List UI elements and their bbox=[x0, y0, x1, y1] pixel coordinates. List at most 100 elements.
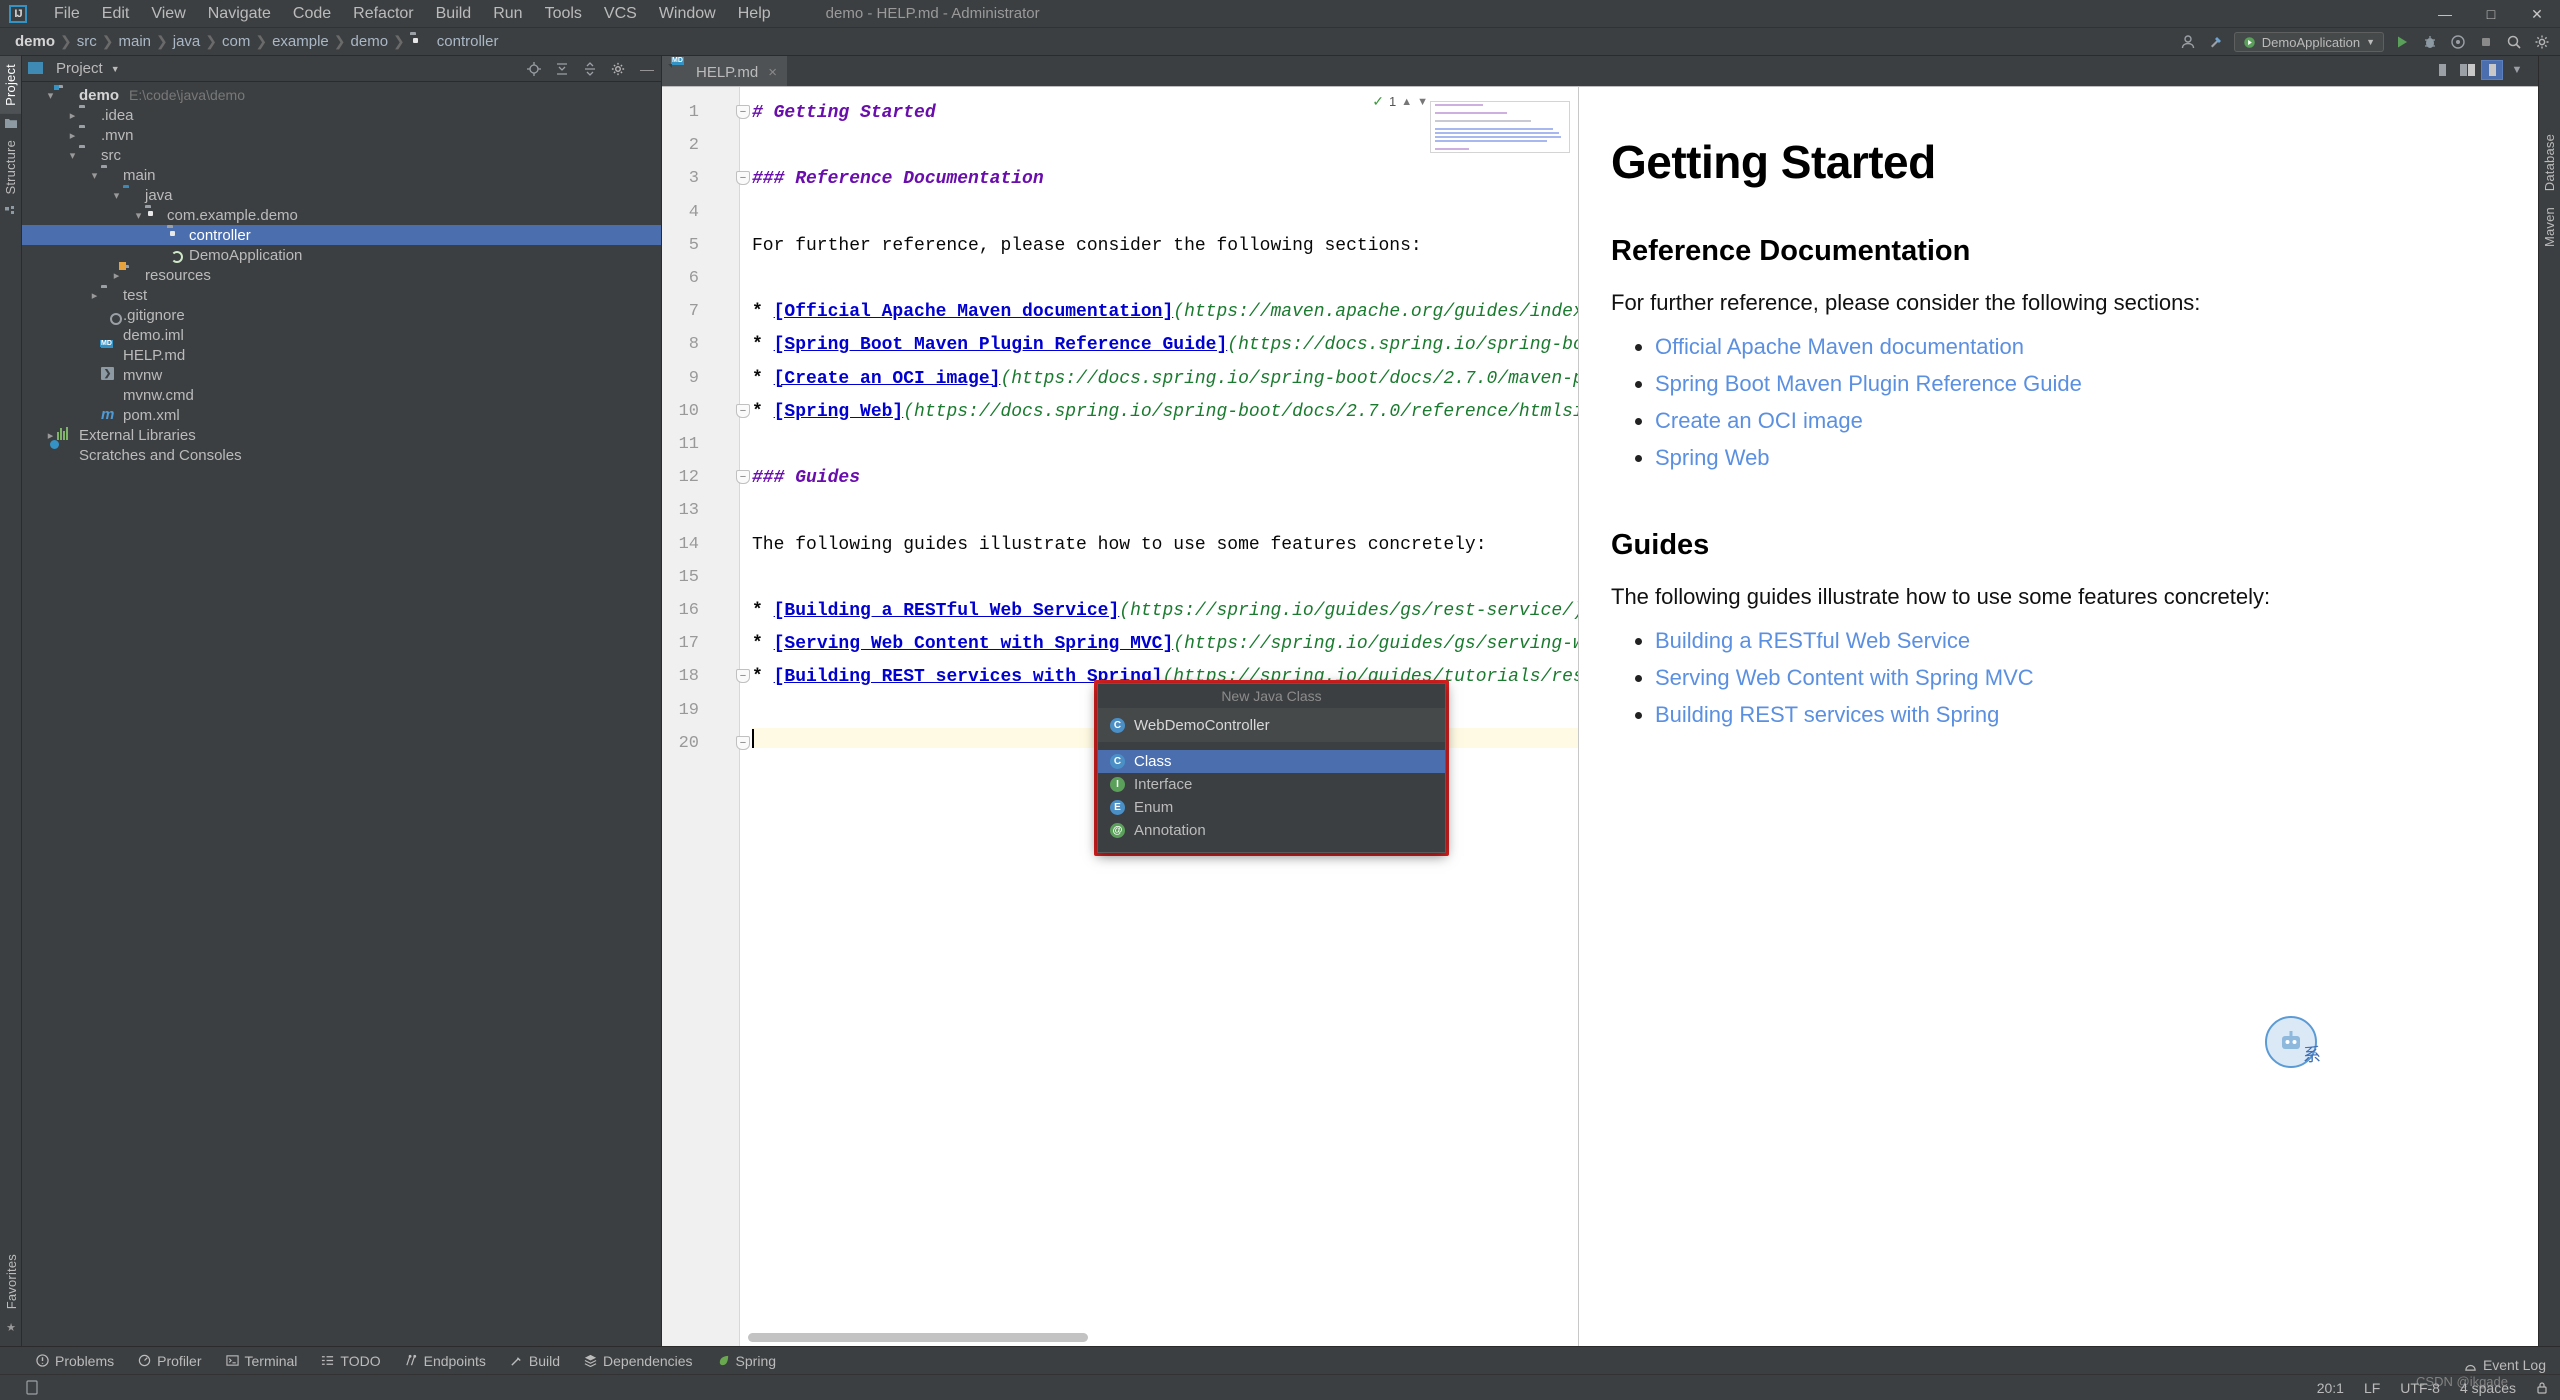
target-icon[interactable] bbox=[527, 62, 543, 76]
fold-toggle-icon[interactable]: − bbox=[736, 404, 750, 418]
more-view-options-button[interactable]: ▼ bbox=[2506, 60, 2528, 80]
chevron-down-icon[interactable]: ▾ bbox=[66, 149, 79, 162]
code-line[interactable]: * [Building a RESTful Web Service](https… bbox=[752, 601, 1578, 621]
popup-option-enum[interactable]: E Enum bbox=[1098, 796, 1445, 819]
project-tree[interactable]: ▾ demo E:\code\java\demo ▸ .idea ▸ .mvn bbox=[22, 82, 661, 1346]
menu-item-tools[interactable]: Tools bbox=[534, 2, 593, 26]
code-line[interactable]: * [Create an OCI image](https://docs.spr… bbox=[752, 369, 1578, 389]
tool-button-problems[interactable]: Problems bbox=[26, 1351, 124, 1371]
tree-item-pom-xml[interactable]: ▸ m pom.xml bbox=[22, 405, 661, 425]
maximize-icon[interactable]: □ bbox=[2468, 0, 2514, 28]
tree-item-scratches-and-consoles[interactable]: ▸ Scratches and Consoles bbox=[22, 445, 661, 465]
settings-icon[interactable] bbox=[2532, 32, 2552, 52]
menu-item-navigate[interactable]: Navigate bbox=[197, 2, 282, 26]
chevron-down-icon[interactable]: ▾ bbox=[88, 169, 101, 182]
tree-item-java[interactable]: ▾ java bbox=[22, 185, 661, 205]
popup-option-interface[interactable]: I Interface bbox=[1098, 773, 1445, 796]
tool-button-endpoints[interactable]: Endpoints bbox=[395, 1351, 496, 1371]
tree-item-idea[interactable]: ▸ .idea bbox=[22, 105, 661, 125]
editor-minimap[interactable] bbox=[1430, 101, 1570, 153]
tree-item-demo-iml[interactable]: ▸ demo.iml bbox=[22, 325, 661, 345]
menu-item-view[interactable]: View bbox=[140, 2, 196, 26]
breadcrumb-item-com[interactable]: com bbox=[217, 33, 255, 50]
code-line[interactable]: ### Guides bbox=[752, 468, 860, 488]
chevron-down-icon[interactable]: ▼ bbox=[111, 64, 120, 74]
menu-item-edit[interactable]: Edit bbox=[91, 2, 141, 26]
menu-item-help[interactable]: Help bbox=[727, 2, 782, 26]
editor-gutter[interactable]: 1234567891011121314151617181920 bbox=[662, 87, 740, 1346]
debug-icon[interactable] bbox=[2420, 32, 2440, 52]
code-line[interactable]: * [Spring Web](https://docs.spring.io/sp… bbox=[752, 402, 1578, 422]
menu-item-code[interactable]: Code bbox=[282, 2, 342, 26]
chevron-right-icon[interactable]: ▸ bbox=[110, 269, 123, 282]
tree-item-resources[interactable]: ▸ resources bbox=[22, 265, 661, 285]
code-line[interactable]: * [Spring Boot Maven Plugin Reference Gu… bbox=[752, 335, 1578, 355]
tool-tab-maven[interactable]: Maven bbox=[2539, 199, 2560, 255]
tree-item-external-libraries[interactable]: ▸ External Libraries bbox=[22, 425, 661, 445]
tree-item-main[interactable]: ▾ main bbox=[22, 165, 661, 185]
code-line[interactable]: * [Serving Web Content with Spring MVC](… bbox=[752, 634, 1578, 654]
expand-icon[interactable] bbox=[583, 62, 599, 76]
tool-button-spring[interactable]: Spring bbox=[707, 1351, 786, 1371]
preview-link-building-rest-services[interactable]: Building REST services with Spring bbox=[1655, 702, 2498, 728]
collapse-icon[interactable] bbox=[555, 62, 571, 76]
previous-problem-icon[interactable]: ▲ bbox=[1401, 96, 1412, 108]
breadcrumb-item-example[interactable]: example bbox=[267, 33, 334, 50]
tool-button-terminal[interactable]: Terminal bbox=[216, 1351, 308, 1371]
tree-item-mvnw-cmd[interactable]: ▸ mvnw.cmd bbox=[22, 385, 661, 405]
encoding[interactable]: UTF-8 bbox=[2400, 1380, 2440, 1396]
stop-icon[interactable] bbox=[2476, 32, 2496, 52]
tree-item-package-controller[interactable]: ▸ controller bbox=[22, 225, 661, 245]
breadcrumb-item-java[interactable]: java bbox=[168, 33, 206, 50]
fold-toggle-icon[interactable]: − bbox=[736, 105, 750, 119]
profiler-icon[interactable] bbox=[2448, 32, 2468, 52]
gear-icon[interactable] bbox=[611, 62, 627, 76]
preview-link-create-oci-image[interactable]: Create an OCI image bbox=[1655, 408, 2498, 434]
fold-toggle-icon[interactable]: − bbox=[736, 669, 750, 683]
show-editor-and-preview-button[interactable] bbox=[2456, 60, 2478, 80]
breadcrumb-item-src[interactable]: src bbox=[72, 33, 102, 50]
tree-item-mvnw[interactable]: ▸ ❯ mvnw bbox=[22, 365, 661, 385]
search-icon[interactable] bbox=[2504, 32, 2524, 52]
tool-button-todo[interactable]: TODO bbox=[311, 1351, 390, 1371]
tree-item-gitignore[interactable]: ▸ .gitignore bbox=[22, 305, 661, 325]
popup-option-class[interactable]: C Class bbox=[1098, 750, 1445, 773]
class-name-input[interactable]: C WebDemoController bbox=[1098, 708, 1445, 742]
code-line[interactable]: * [Official Apache Maven documentation](… bbox=[752, 302, 1578, 322]
breadcrumb-item-demo[interactable]: demo bbox=[10, 33, 60, 50]
chevron-right-icon[interactable]: ▸ bbox=[66, 109, 79, 122]
run-icon[interactable] bbox=[2392, 32, 2412, 52]
horizontal-scrollbar[interactable] bbox=[748, 1333, 1088, 1342]
code-line[interactable]: The following guides illustrate how to u… bbox=[752, 535, 1487, 555]
tool-tab-structure[interactable]: Structure bbox=[0, 132, 21, 203]
minimize-icon[interactable]: — bbox=[2422, 0, 2468, 28]
tree-item-demoapplication[interactable]: ▸ DemoApplication bbox=[22, 245, 661, 265]
menu-item-run[interactable]: Run bbox=[482, 2, 533, 26]
tree-item-demo[interactable]: ▾ demo E:\code\java\demo bbox=[22, 85, 661, 105]
menu-item-build[interactable]: Build bbox=[425, 2, 483, 26]
close-icon[interactable]: ✕ bbox=[2514, 0, 2560, 28]
breadcrumb-item-demo2[interactable]: demo bbox=[346, 33, 394, 50]
breadcrumb-item-controller[interactable]: controller bbox=[405, 33, 504, 50]
tool-tab-database[interactable]: Database bbox=[2539, 126, 2560, 199]
fold-toggle-icon[interactable]: − bbox=[736, 736, 750, 750]
event-log-button[interactable]: Event Log bbox=[2464, 1357, 2546, 1373]
hammer-icon[interactable] bbox=[2206, 32, 2226, 52]
menu-item-file[interactable]: File bbox=[43, 2, 91, 26]
popup-option-list[interactable]: C Class I Interface E Enum @ Annotation bbox=[1098, 750, 1445, 852]
tree-item-src[interactable]: ▾ src bbox=[22, 145, 661, 165]
preview-link-building-restful-web-service[interactable]: Building a RESTful Web Service bbox=[1655, 628, 2498, 654]
code-line[interactable]: # Getting Started bbox=[752, 103, 936, 123]
code-line[interactable]: For further reference, please consider t… bbox=[752, 236, 1422, 256]
chevron-down-icon[interactable]: ▾ bbox=[110, 189, 123, 202]
new-java-class-popup[interactable]: New Java Class C WebDemoController C Cla… bbox=[1097, 683, 1446, 853]
show-editor-only-button[interactable] bbox=[2431, 60, 2453, 80]
tool-button-build[interactable]: Build bbox=[500, 1351, 570, 1371]
close-icon[interactable]: × bbox=[768, 64, 777, 81]
chevron-right-icon[interactable]: ▸ bbox=[88, 289, 101, 302]
code-line[interactable]: ### Reference Documentation bbox=[752, 169, 1044, 189]
menu-item-vcs[interactable]: VCS bbox=[593, 2, 648, 26]
tree-item-help-md[interactable]: ▸ MD HELP.md bbox=[22, 345, 661, 365]
editor-tab-help-md[interactable]: MD HELP.md × bbox=[662, 56, 787, 86]
tree-item-package-comexampledemo[interactable]: ▾ com.example.demo bbox=[22, 205, 661, 225]
